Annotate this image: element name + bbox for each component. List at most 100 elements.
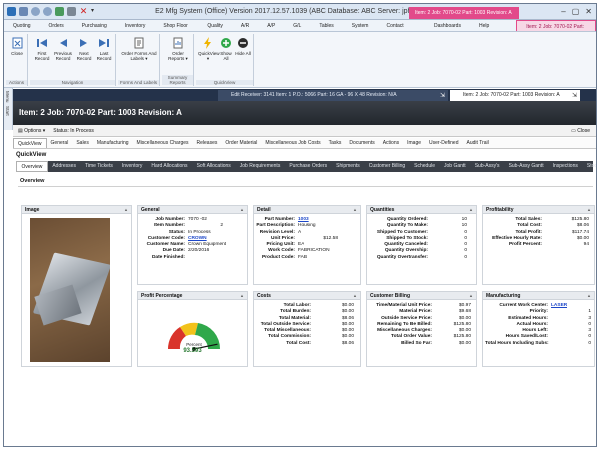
- tab-user-defined[interactable]: User-Defined: [425, 138, 462, 148]
- tab-actions[interactable]: Actions: [379, 138, 403, 148]
- menu-contact-management[interactable]: Contact Management: [377, 20, 425, 41]
- costs-row: Total Cost: $8.06: [286, 340, 354, 346]
- tab-image[interactable]: Image: [403, 138, 425, 148]
- title-bar: ✕ ▾ E2 Mfg System (Office) Version 2017.…: [4, 4, 596, 20]
- menu-orders[interactable]: Orders: [40, 20, 73, 31]
- menu-ap[interactable]: A/P: [258, 20, 284, 31]
- menu-dashboards[interactable]: Dashboards: [425, 20, 470, 31]
- first-record-button[interactable]: First Record: [33, 37, 51, 61]
- tab-releases[interactable]: Releases: [193, 138, 222, 148]
- subtab-shipments[interactable]: Shipments: [332, 161, 365, 172]
- subtab-sub-assys[interactable]: Sub-Assy's: [470, 161, 504, 172]
- menu-tables[interactable]: Tables: [310, 20, 342, 31]
- app-window: ✕ ▾ E2 Mfg System (Office) Version 2017.…: [3, 3, 597, 447]
- menu-inventory[interactable]: Inventory: [116, 20, 155, 31]
- close-button[interactable]: ▭ Close: [571, 125, 590, 137]
- panel-header: Quantities ▲: [367, 206, 476, 214]
- subtab-purchase-orders[interactable]: Purchase Orders: [285, 161, 332, 172]
- order-reports-label: Order Reports ▾: [168, 51, 188, 61]
- previous-record-button[interactable]: Previous Record: [53, 37, 73, 61]
- tab-order-material[interactable]: Order Material: [221, 138, 261, 148]
- quickview-button[interactable]: QuickView ▾: [198, 37, 220, 61]
- menu-job-item-tab[interactable]: Item: 2 Job: 7070-02 Part: 1003 Revision…: [516, 20, 596, 42]
- subtab-schedule[interactable]: Schedule: [410, 161, 440, 172]
- ribbon-group-label: Navigation: [30, 80, 115, 85]
- image-panel: Image ▲: [21, 205, 132, 367]
- tab-general[interactable]: General: [47, 138, 73, 148]
- doc-tab-receiver[interactable]: Edit Receiver: 3141 Item: 1 P.O.: 5066 P…: [218, 90, 448, 101]
- ribbon-group-forms: Order Forms And Labels ▾ Forms And Label…: [118, 34, 160, 86]
- sidebar-menu[interactable]: Menu: [5, 91, 10, 103]
- overview-title: Overview: [18, 176, 593, 187]
- subtab-job-requirements[interactable]: Job Requirements: [235, 161, 285, 172]
- sidebar-start[interactable]: Start: [5, 106, 10, 116]
- subtab-inspections[interactable]: Inspections: [548, 161, 582, 172]
- subtab-sub-assy-gantt[interactable]: Sub-Assy Gantt: [504, 161, 548, 172]
- collapse-icon[interactable]: ▲: [469, 206, 473, 214]
- subtab-inventory[interactable]: Inventory: [117, 161, 147, 172]
- billing-row: Billed So Far: $0.00: [401, 340, 471, 346]
- menu-gl[interactable]: G/L: [284, 20, 310, 31]
- hide-all-button[interactable]: Hide All: [235, 37, 251, 56]
- tab-miscellaneous-job-costs[interactable]: Miscellaneous Job Costs: [261, 138, 324, 148]
- options-menu[interactable]: ▤ Options ▾: [18, 125, 45, 136]
- order-forms-button[interactable]: Order Forms And Labels ▾: [121, 37, 157, 61]
- show-all-button[interactable]: Show All: [219, 37, 233, 61]
- tab-manufacturing[interactable]: Manufacturing: [93, 138, 133, 148]
- tab-tasks[interactable]: Tasks: [325, 138, 346, 148]
- tab-sales[interactable]: Sales: [72, 138, 93, 148]
- panel-header: Profitability ▲: [483, 206, 594, 214]
- collapse-icon[interactable]: ▲: [353, 292, 357, 300]
- order-forms-label: Order Forms And Labels ▾: [121, 51, 157, 61]
- menu-bar: Quoting Orders Purchasing Inventory Shop…: [4, 20, 596, 42]
- close-record-button[interactable]: Close: [8, 37, 26, 56]
- order-reports-button[interactable]: Order Reports ▾: [165, 37, 191, 61]
- tab-miscellaneous-charges[interactable]: Miscellaneous Charges: [133, 138, 193, 148]
- close-window-button[interactable]: ✕: [585, 7, 592, 16]
- collapse-icon[interactable]: ▲: [469, 292, 473, 300]
- collapse-icon[interactable]: ▲: [240, 292, 244, 300]
- menu-shop-floor-control[interactable]: Shop Floor Control: [154, 20, 198, 41]
- options-bar: ▤ Options ▾ Status: In Process ▭ Close: [13, 125, 596, 137]
- panel-header: Profit Percentage ▲: [138, 292, 247, 300]
- subtab-time-tickets[interactable]: Time Tickets: [80, 161, 117, 172]
- doc-tab-job[interactable]: Item: 2 Job: 7070-02 Part: 1003 Revision…: [450, 90, 580, 101]
- side-panel: Menu Start: [4, 88, 13, 130]
- subtab-soft-allocations[interactable]: Soft Allocations: [192, 161, 235, 172]
- tab-quickview[interactable]: QuickView: [13, 138, 47, 148]
- reports-icon: [172, 37, 184, 49]
- plus-circle-icon: [220, 37, 232, 49]
- menu-quality[interactable]: Quality: [198, 20, 232, 31]
- collapse-icon[interactable]: ▲: [587, 206, 591, 214]
- subtab-overview[interactable]: Overview: [16, 161, 48, 172]
- minimize-button[interactable]: –: [561, 7, 565, 16]
- quantities-row: Quantity Overtransfer: 0: [376, 254, 467, 260]
- next-record-button[interactable]: Next Record: [75, 37, 93, 61]
- collapse-icon[interactable]: ▲: [240, 206, 244, 214]
- panel-header: Costs ▲: [254, 292, 360, 300]
- profitability-row: Profit Percent: 94: [508, 242, 589, 248]
- subtab-addresses[interactable]: Addresses: [48, 161, 81, 172]
- tab-documents[interactable]: Documents: [345, 138, 378, 148]
- detail-row: Product Code: FAB: [261, 254, 308, 260]
- menu-quoting[interactable]: Quoting: [4, 20, 40, 31]
- menu-purchasing[interactable]: Purchasing: [73, 20, 116, 31]
- subtab-stock-job-transfers[interactable]: Stock Job Transfers: [582, 161, 596, 172]
- menu-system[interactable]: System: [343, 20, 378, 31]
- subtab-hard-allocations[interactable]: Hard Allocations: [147, 161, 192, 172]
- subtab-customer-billing[interactable]: Customer Billing: [364, 161, 409, 172]
- profitability-rows: Total Sales: $125.80 Total Cost: $8.06 Tot…: [483, 214, 594, 251]
- general-panel: General ▲ Job Number: 7070 -02 Item Number…: [137, 205, 248, 285]
- tab-audit-trail[interactable]: Audit Trail: [463, 138, 493, 148]
- maximize-button[interactable]: ▢: [572, 7, 580, 16]
- collapse-icon[interactable]: ▲: [587, 292, 591, 300]
- menu-help[interactable]: Help: [470, 20, 498, 31]
- collapse-icon[interactable]: ▲: [353, 206, 357, 214]
- main-tabs: QuickView General Sales Manufacturing Mi…: [13, 138, 596, 149]
- collapse-icon[interactable]: ▲: [124, 206, 128, 214]
- menu-ar[interactable]: A/R: [232, 20, 258, 31]
- close-record-label: Close: [11, 51, 23, 56]
- subtab-job-gantt[interactable]: Job Gantt: [440, 161, 471, 172]
- ribbon: Close Actions First Record Previous Reco…: [4, 32, 596, 88]
- last-record-button[interactable]: Last Record: [95, 37, 113, 61]
